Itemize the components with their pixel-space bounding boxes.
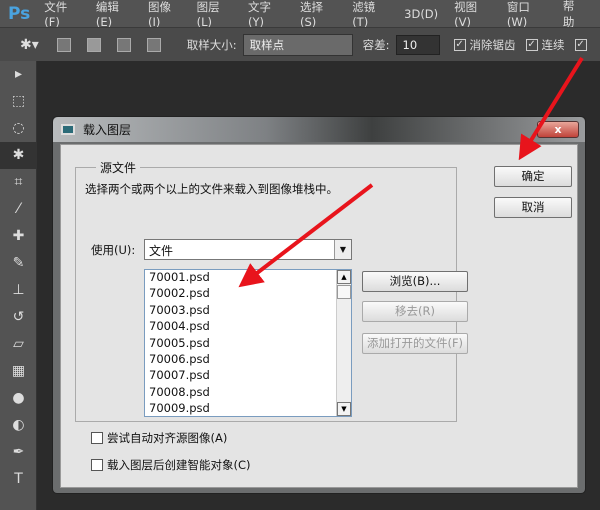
arrow-to-file-list	[238, 183, 374, 288]
annotation-arrows	[238, 56, 584, 288]
arrow-to-ok	[518, 56, 584, 161]
